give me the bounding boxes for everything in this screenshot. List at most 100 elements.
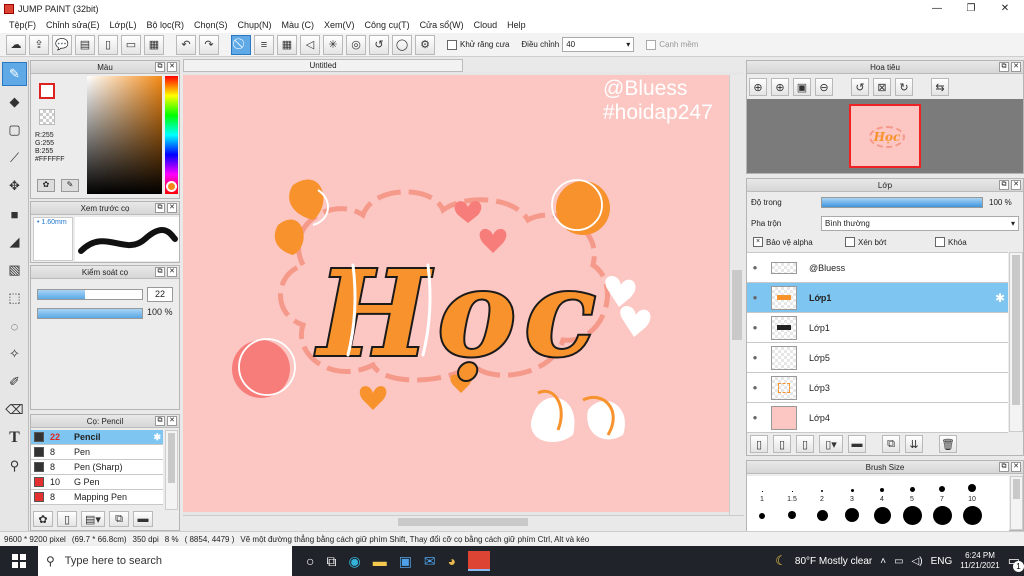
gradient-tool-icon[interactable]: ▧ <box>2 258 27 282</box>
text-tool-icon[interactable]: T <box>2 426 27 450</box>
lock-toggle[interactable]: Khóa <box>935 237 967 247</box>
soft-edge-toggle[interactable]: Cạnh mềm <box>646 39 698 50</box>
navigator-viewport[interactable]: Học <box>849 104 921 168</box>
float-icon[interactable]: ⧉ <box>155 416 165 426</box>
visibility-icon[interactable]: ● <box>747 263 763 272</box>
close-icon[interactable]: ✕ <box>167 416 177 426</box>
flip-icon[interactable]: ⇆ <box>931 78 949 96</box>
palette-icon[interactable]: ✿ <box>37 179 55 192</box>
brush-tool-icon[interactable]: ✎ <box>2 62 27 86</box>
brush-size-value[interactable]: 22 <box>147 287 173 302</box>
zoom-actual-icon[interactable]: ▣ <box>793 78 811 96</box>
layer-opacity-slider[interactable] <box>821 197 983 208</box>
transparent-color-swatch[interactable] <box>39 109 55 125</box>
clock[interactable]: 6:24 PM 11/21/2021 <box>960 551 999 571</box>
new-text-layer-icon[interactable]: ▯ <box>796 435 814 453</box>
float-icon[interactable]: ⧉ <box>999 180 1009 190</box>
network-icon[interactable]: ▭ <box>894 556 903 567</box>
fill-rect-tool-icon[interactable]: ■ <box>2 202 27 226</box>
brush-size-scrollbar[interactable] <box>1010 476 1023 530</box>
menu-help[interactable]: Help <box>502 20 531 30</box>
trash-icon[interactable]: 🗑 <box>939 435 957 453</box>
comment-icon[interactable]: 💬 <box>52 34 72 55</box>
chrome-icon[interactable]: ◕ <box>448 553 456 569</box>
rotate-left-icon[interactable]: ↺ <box>851 78 869 96</box>
brush-dot[interactable] <box>957 505 987 527</box>
rotate-reset-icon[interactable]: ⊠ <box>873 78 891 96</box>
cortana-icon[interactable]: ○ <box>306 553 314 569</box>
float-icon[interactable]: ⧉ <box>155 267 165 277</box>
folder-icon[interactable]: ▬ <box>848 435 866 453</box>
cloud-icon[interactable]: ☁ <box>6 34 26 55</box>
folder-icon[interactable]: ▬ <box>133 511 153 527</box>
protect-alpha-checkbox[interactable]: × <box>753 237 763 247</box>
brush-dot[interactable] <box>837 484 867 494</box>
gear-icon[interactable]: ✱ <box>995 291 1005 305</box>
brush-dot[interactable] <box>807 509 837 523</box>
saturation-value-picker[interactable] <box>87 76 162 194</box>
brush-dot[interactable] <box>897 505 927 527</box>
adjust-select[interactable]: 40 ▾ <box>562 37 635 52</box>
blend-mode-select[interactable]: Bình thường ▾ <box>821 216 1019 231</box>
pages-icon[interactable]: ▭ <box>121 34 141 55</box>
close-icon[interactable]: ✕ <box>167 267 177 277</box>
layer-row[interactable]: ● Lớp3 <box>747 373 1008 403</box>
layer-row[interactable]: ● Lớp1 ✱ <box>747 283 1008 313</box>
radial-icon[interactable]: ✳ <box>323 34 343 55</box>
perspective-icon[interactable]: ◁ <box>300 34 320 55</box>
zoom-fit-icon[interactable]: ⊕ <box>749 78 767 96</box>
brush-size-slider[interactable] <box>37 289 143 300</box>
store-icon[interactable]: ▣ <box>399 553 412 570</box>
hue-handle[interactable] <box>166 181 177 192</box>
close-icon[interactable]: ✕ <box>1011 180 1021 190</box>
visibility-icon[interactable]: ● <box>747 383 763 392</box>
language-indicator[interactable]: ENG <box>931 556 953 567</box>
brush-dot[interactable] <box>837 508 867 524</box>
menu-cloud[interactable]: Cloud <box>469 20 503 30</box>
close-icon[interactable]: ✕ <box>167 62 177 72</box>
canvas-horizontal-scrollbar[interactable] <box>183 515 744 528</box>
antialias-checkbox[interactable] <box>447 39 457 50</box>
layer-list-scrollbar[interactable] <box>1009 252 1023 432</box>
gear-icon[interactable]: ✱ <box>153 432 161 443</box>
menu-view[interactable]: Xem(V) <box>319 20 360 30</box>
layer-row[interactable]: ● @Bluess <box>747 253 1008 283</box>
notification-icon[interactable]: ▭ 1 <box>1008 553 1024 572</box>
close-button[interactable]: ✕ <box>988 0 1022 17</box>
ellipse-icon[interactable]: ◯ <box>392 34 412 55</box>
menu-select[interactable]: Chọn(S) <box>189 20 233 30</box>
redo-icon[interactable]: ↷ <box>199 34 219 55</box>
visibility-icon[interactable]: ● <box>747 323 763 332</box>
new-brush-icon[interactable]: ▯ <box>57 511 77 527</box>
select-eraser-tool-icon[interactable]: ⌫ <box>2 398 27 422</box>
canvas-vertical-scrollbar[interactable] <box>729 75 744 515</box>
brush-list-scrollbar[interactable] <box>165 430 178 510</box>
curve-icon[interactable]: ↺ <box>369 34 389 55</box>
task-view-icon[interactable]: ⧉ <box>326 553 336 570</box>
search-box[interactable]: ⚲ Type here to search <box>38 546 292 576</box>
brush-item-pencil[interactable]: 22 Pencil ✱ <box>31 430 163 445</box>
brush-dot[interactable] <box>747 511 777 521</box>
layer-row[interactable]: ● Lớp4 <box>747 403 1008 433</box>
no-ruler-icon[interactable]: ⃠ <box>231 34 251 55</box>
lasso-tool-icon[interactable]: ◌ <box>2 314 27 338</box>
minimize-button[interactable]: — <box>920 0 954 17</box>
move-tool-icon[interactable]: ✥ <box>2 174 27 198</box>
visibility-icon[interactable]: ● <box>747 353 763 362</box>
lock-checkbox[interactable] <box>935 237 945 247</box>
zoom-in-icon[interactable]: ⊕ <box>771 78 789 96</box>
brush-dot[interactable] <box>927 505 957 527</box>
concentric-icon[interactable]: ◎ <box>346 34 366 55</box>
menu-edit[interactable]: Chỉnh sửa(E) <box>41 20 105 30</box>
layer-menu-icon[interactable]: ▯▾ <box>819 435 843 453</box>
mail-icon[interactable]: ✉ <box>424 553 436 570</box>
document-tab[interactable]: Untitled <box>183 59 463 72</box>
brush-dot[interactable] <box>927 484 957 494</box>
antialias-toggle[interactable]: Khử răng cưa <box>447 39 509 50</box>
float-icon[interactable]: ⧉ <box>999 62 1009 72</box>
weather-text[interactable]: 80°F Mostly clear <box>795 556 872 567</box>
file-explorer-icon[interactable]: ▬ <box>373 553 387 569</box>
soft-edge-checkbox[interactable] <box>646 39 657 50</box>
brush-opacity-slider[interactable] <box>37 308 143 319</box>
duplicate-layer-icon[interactable]: ⧉ <box>882 435 900 453</box>
